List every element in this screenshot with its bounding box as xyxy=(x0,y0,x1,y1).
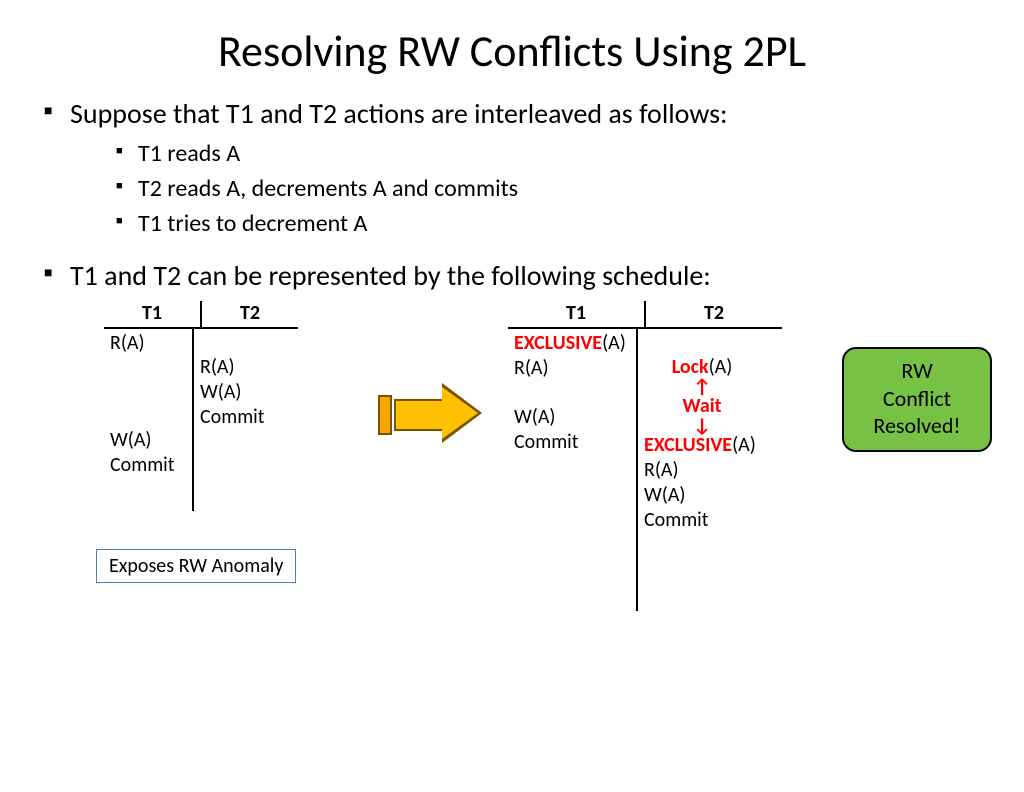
right-t2-write: W(A) xyxy=(638,483,766,508)
left-head-t1: T1 xyxy=(104,301,200,327)
resolved-line-1: RW xyxy=(850,357,984,385)
exclusive-arg-2: (A) xyxy=(732,433,756,457)
arrow-up-icon: ↑ xyxy=(638,380,766,394)
right-t1-commit: Commit xyxy=(508,430,636,455)
bullet-area: Suppose that T1 and T2 actions are inter… xyxy=(44,96,984,293)
right-head-t1: T1 xyxy=(508,301,644,327)
left-t1-read: R(A) xyxy=(104,331,192,356)
bullet-1: Suppose that T1 and T2 actions are inter… xyxy=(44,96,984,238)
right-col-t2: Lock(A) ↑ Wait ↓ EXCLUSIVE(A) R(A) W(A) … xyxy=(636,329,766,611)
bullet-1-text: Suppose that T1 and T2 actions are inter… xyxy=(70,96,728,131)
resolved-callout: RW Conflict Resolved! xyxy=(842,347,992,452)
right-t1-read: R(A) xyxy=(508,356,636,381)
resolved-line-2: Conflict xyxy=(850,385,984,413)
schedule-left: T1 T2 R(A) W(A) Commit R(A) W(A) Commit xyxy=(104,301,298,511)
bullet-2: T1 and T2 can be represented by the foll… xyxy=(44,258,984,293)
left-t2-write: W(A) xyxy=(194,380,282,405)
exclusive-label: EXCLUSIVE xyxy=(514,331,602,355)
lock-arg: (A) xyxy=(709,355,733,379)
subbullet-3: T1 tries to decrement A xyxy=(116,209,984,238)
left-col-t1: R(A) W(A) Commit xyxy=(104,329,192,511)
left-t1-write: W(A) xyxy=(104,428,192,453)
anomaly-callout: Exposes RW Anomaly xyxy=(96,549,296,583)
left-col-t2: R(A) W(A) Commit xyxy=(192,329,282,511)
subbullet-2: T2 reads A, decrements A and commits xyxy=(116,174,984,203)
right-head-t2: T2 xyxy=(644,301,782,327)
left-t1-commit: Commit xyxy=(104,453,192,478)
right-col-t1: EXCLUSIVE(A) R(A) W(A) Commit xyxy=(508,329,636,611)
schedule-area: T1 T2 R(A) W(A) Commit R(A) W(A) Commit xyxy=(0,301,1024,641)
schedule-right: T1 T2 EXCLUSIVE(A) R(A) W(A) Commit Lock… xyxy=(508,301,782,611)
right-t2-read: R(A) xyxy=(638,458,766,483)
exclusive-label-2: EXCLUSIVE xyxy=(644,433,732,457)
resolved-line-3: Resolved! xyxy=(850,412,984,440)
right-t1-write: W(A) xyxy=(508,405,636,430)
slide-title: Resolving RW Conflicts Using 2PL xyxy=(0,24,1024,78)
arrow-down-icon: ↓ xyxy=(638,419,766,433)
left-t2-commit: Commit xyxy=(194,405,282,430)
left-t2-read: R(A) xyxy=(194,355,282,380)
right-t2-commit: Commit xyxy=(638,508,766,533)
exclusive-arg: (A) xyxy=(602,331,626,355)
left-head-t2: T2 xyxy=(200,301,298,327)
right-t1-exclusive: EXCLUSIVE(A) xyxy=(508,331,636,356)
right-t2-exclusive: EXCLUSIVE(A) xyxy=(638,433,766,458)
subbullet-1: T1 reads A xyxy=(116,139,984,168)
